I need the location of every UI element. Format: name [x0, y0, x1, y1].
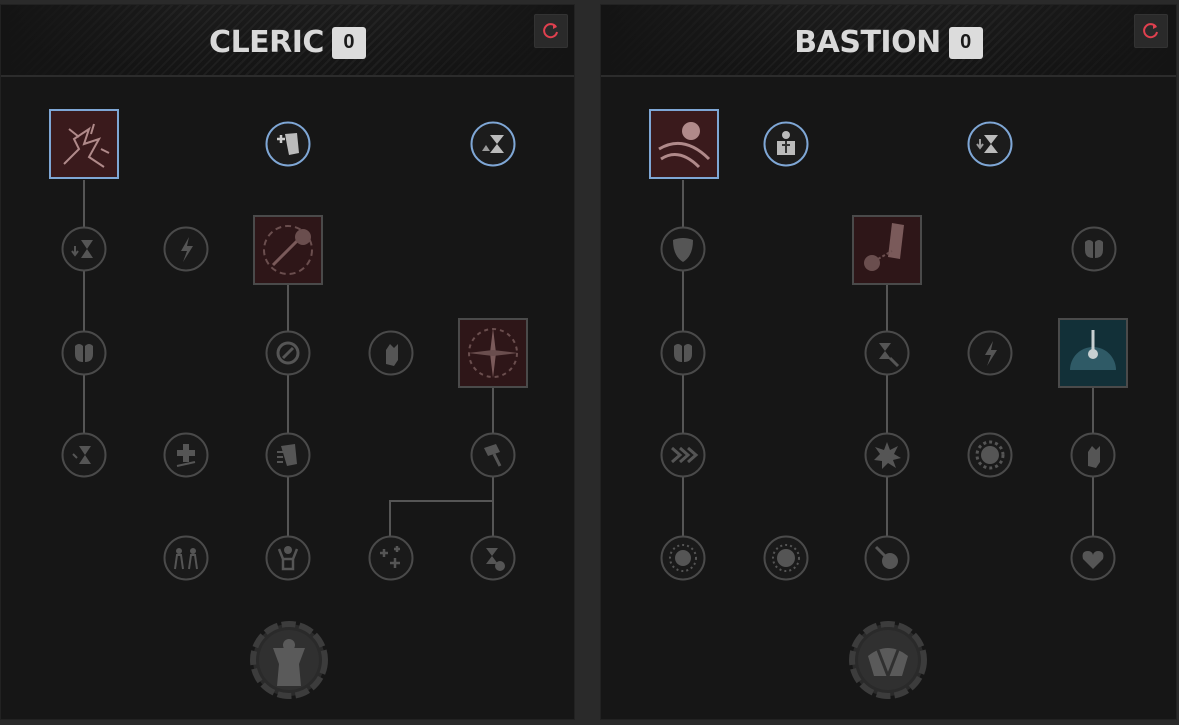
ultimate-bastion-icon [849, 621, 927, 699]
hammer-spin-icon [253, 215, 323, 285]
skill-raise-hand[interactable] [1070, 432, 1116, 478]
skill-heal-cross[interactable] [163, 432, 209, 478]
heal-hand-icon [265, 121, 311, 167]
lightning-icon [163, 226, 209, 272]
skill-tile-hammer-spin[interactable] [253, 215, 323, 285]
raise-hand-icon [1070, 432, 1116, 478]
skill-hourglass-down[interactable] [61, 226, 107, 272]
gear-burst-icon [967, 432, 1013, 478]
skill-armored-torso[interactable] [763, 121, 809, 167]
spiky-burst-icon [660, 535, 706, 581]
lightning-icon [967, 330, 1013, 376]
skill-lightning[interactable] [967, 330, 1013, 376]
armored-torso-icon [763, 121, 809, 167]
skill-spiky-burst[interactable] [660, 535, 706, 581]
holy-burst-icon [458, 318, 528, 388]
revive-icon [265, 535, 311, 581]
ultimate-cleric[interactable] [249, 620, 329, 700]
hourglass-hit-icon [470, 535, 516, 581]
skill-healing-plus[interactable] [368, 535, 414, 581]
dome-shield-icon [1058, 318, 1128, 388]
impact-burst-icon [864, 432, 910, 478]
hourglass-down-icon [61, 226, 107, 272]
skill-shield[interactable] [660, 226, 706, 272]
skill-armor-plates[interactable] [1071, 226, 1117, 272]
hourglass-cooldown-icon [470, 121, 516, 167]
skill-heal-hand[interactable] [265, 121, 311, 167]
healing-plus-icon [368, 535, 414, 581]
armor-plates-icon [1071, 226, 1117, 272]
dash-arrows-icon [660, 432, 706, 478]
ultimate-cleric-icon [250, 621, 328, 699]
cleric-tree-panel: CLERIC 0 [0, 4, 575, 720]
hammer-icon [470, 432, 516, 478]
hourglass-icon [61, 432, 107, 478]
skill-tile-shield-slam[interactable] [649, 109, 719, 179]
ultimate-bastion[interactable] [848, 620, 928, 700]
skill-hammer-swing[interactable] [265, 432, 311, 478]
skill-tile-lightning-strike[interactable] [49, 109, 119, 179]
skill-body-armor[interactable] [660, 330, 706, 376]
skill-revive[interactable] [265, 535, 311, 581]
skill-impact-burst[interactable] [864, 432, 910, 478]
body-armor-icon [660, 330, 706, 376]
skill-tile-dome-shield[interactable] [1058, 318, 1128, 388]
heart-hands-icon [1070, 535, 1116, 581]
skill-tile-holy-burst[interactable] [458, 318, 528, 388]
skill-raise-hand[interactable] [368, 330, 414, 376]
skill-dash-arrows[interactable] [660, 432, 706, 478]
heal-cross-icon [163, 432, 209, 478]
lightning-strike-icon [49, 109, 119, 179]
skill-lightning[interactable] [163, 226, 209, 272]
hammer-burst-icon [864, 535, 910, 581]
hourglass-cooldown-icon [967, 121, 1013, 167]
skill-hourglass-hit[interactable] [470, 535, 516, 581]
skill-spiky-burst[interactable] [763, 535, 809, 581]
skill-body-armor[interactable] [61, 330, 107, 376]
bastion-tree-panel: BASTION 0 [600, 4, 1177, 720]
hammer-swing-icon [265, 432, 311, 478]
hourglass-hammer-icon [864, 330, 910, 376]
shield-slam-icon [649, 109, 719, 179]
hammer-circle-icon [265, 330, 311, 376]
skill-hourglass-cooldown[interactable] [470, 121, 516, 167]
skill-tile-chained-hammer[interactable] [852, 215, 922, 285]
skill-heart-hands[interactable] [1070, 535, 1116, 581]
skill-hammer-circle[interactable] [265, 330, 311, 376]
shield-icon [660, 226, 706, 272]
raise-hand-icon [368, 330, 414, 376]
skill-gear-burst[interactable] [967, 432, 1013, 478]
skill-allies[interactable] [163, 535, 209, 581]
body-armor-icon [61, 330, 107, 376]
skill-hammer[interactable] [470, 432, 516, 478]
chained-hammer-icon [852, 215, 922, 285]
skill-hourglass[interactable] [61, 432, 107, 478]
skill-hammer-burst[interactable] [864, 535, 910, 581]
skill-hourglass-hammer[interactable] [864, 330, 910, 376]
allies-icon [163, 535, 209, 581]
spiky-burst-icon [763, 535, 809, 581]
skill-hourglass-cooldown[interactable] [967, 121, 1013, 167]
